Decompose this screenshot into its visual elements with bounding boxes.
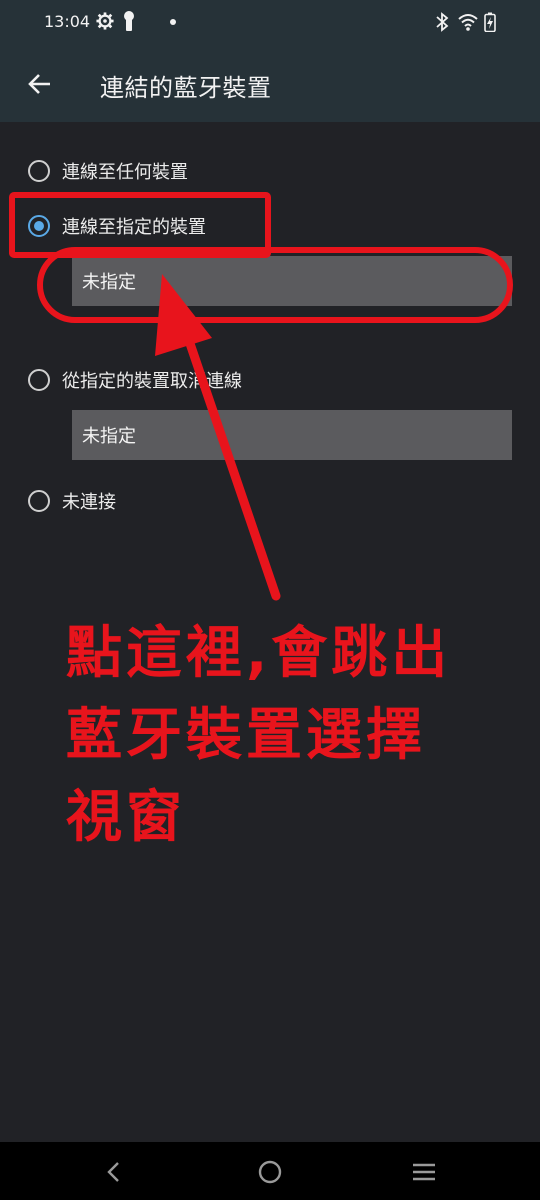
app-bar: 連結的藍牙裝置 bbox=[0, 46, 540, 122]
back-button[interactable] bbox=[20, 64, 60, 104]
annotation-line: 視窗 bbox=[66, 785, 186, 850]
key-icon bbox=[124, 11, 134, 31]
device-value: 未指定 bbox=[82, 272, 136, 293]
specified-device-field[interactable]: 未指定 bbox=[72, 256, 512, 306]
option-label: 從指定的裝置取消連線 bbox=[62, 371, 242, 392]
radio-button[interactable] bbox=[28, 369, 50, 391]
navigation-bar bbox=[0, 1142, 540, 1200]
nav-home-button[interactable] bbox=[252, 1154, 288, 1190]
option-disconnect-specified[interactable]: 從指定的裝置取消連線 bbox=[28, 360, 242, 400]
page-title: 連結的藍牙裝置 bbox=[100, 74, 272, 102]
bluetooth-icon bbox=[436, 12, 449, 32]
nav-back-button[interactable] bbox=[96, 1154, 132, 1190]
radio-button[interactable] bbox=[28, 160, 50, 182]
status-bar: 13:04 bbox=[0, 0, 540, 46]
option-label: 連線至指定的裝置 bbox=[62, 217, 206, 238]
back-nav-icon bbox=[107, 1162, 119, 1182]
annotation-line: 點這裡,會跳出 bbox=[66, 621, 452, 686]
battery-charging-icon bbox=[484, 12, 496, 32]
option-connect-specified[interactable]: 連線至指定的裝置 bbox=[28, 206, 206, 246]
wifi-icon bbox=[458, 14, 478, 31]
option-label: 未連接 bbox=[62, 492, 116, 513]
device-value: 未指定 bbox=[82, 426, 136, 447]
settings-icon bbox=[96, 12, 114, 30]
recents-nav-icon bbox=[413, 1163, 435, 1181]
option-not-connected[interactable]: 未連接 bbox=[28, 481, 116, 521]
option-label: 連線至任何裝置 bbox=[62, 162, 188, 183]
nav-recents-button[interactable] bbox=[406, 1154, 442, 1190]
notification-dot bbox=[170, 19, 176, 25]
arrow-back-icon bbox=[28, 74, 50, 94]
radio-button-selected[interactable] bbox=[28, 215, 50, 237]
annotation-line: 藍牙裝置選擇 bbox=[66, 703, 426, 768]
option-connect-any[interactable]: 連線至任何裝置 bbox=[28, 151, 188, 191]
disconnect-device-field[interactable]: 未指定 bbox=[72, 410, 512, 460]
home-nav-icon bbox=[258, 1160, 282, 1184]
radio-button[interactable] bbox=[28, 490, 50, 512]
status-time: 13:04 bbox=[44, 12, 91, 31]
